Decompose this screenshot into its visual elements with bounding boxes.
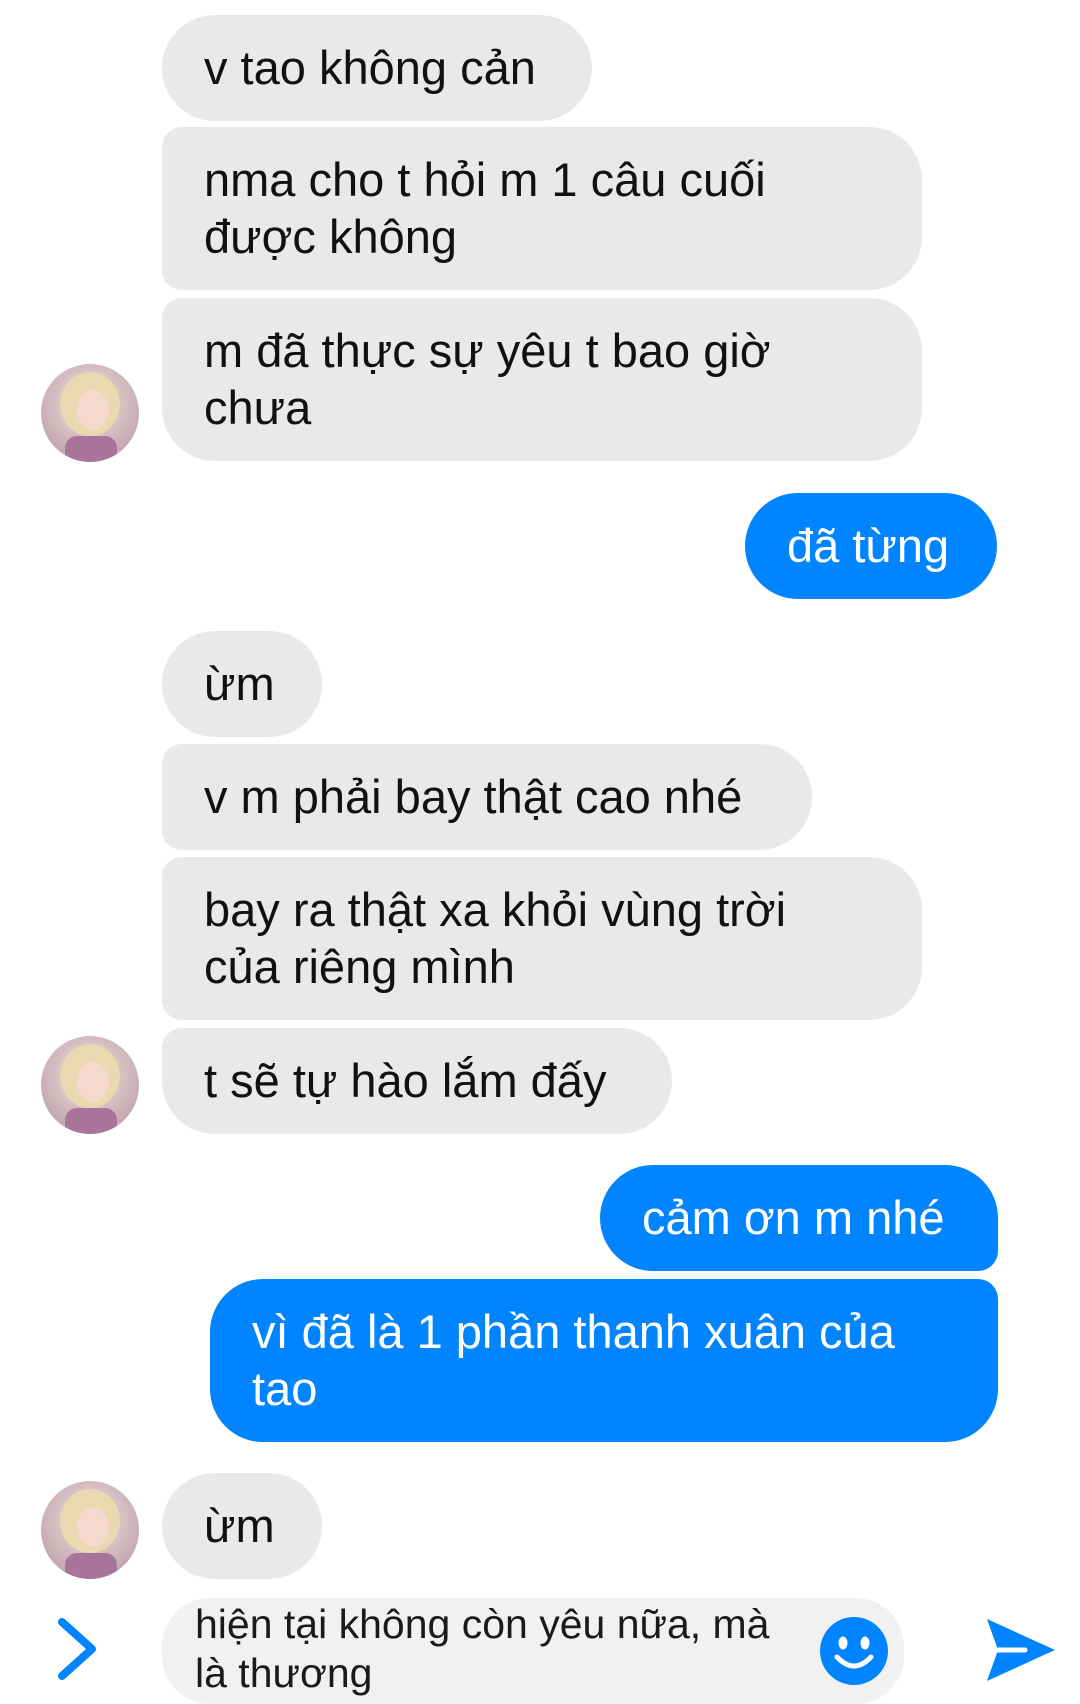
message-bubble-outgoing[interactable]: cảm ơn m nhé xyxy=(600,1165,998,1271)
message-bubble-incoming[interactable]: nma cho t hỏi m 1 câu cuối được không xyxy=(162,127,922,290)
smiley-icon[interactable] xyxy=(818,1615,890,1687)
contact-avatar[interactable] xyxy=(41,1036,139,1134)
message-bubble-incoming[interactable]: v tao không cản xyxy=(162,15,592,121)
message-bubble-incoming[interactable]: ừm xyxy=(162,631,322,737)
message-bubble-incoming[interactable]: t sẽ tự hào lắm đấy xyxy=(162,1028,672,1134)
contact-avatar[interactable] xyxy=(41,364,139,462)
message-bubble-outgoing[interactable]: vì đã là 1 phần thanh xuân của tao xyxy=(210,1279,998,1442)
message-bubble-incoming[interactable]: v m phải bay thật cao nhé xyxy=(162,744,812,850)
message-bubble-incoming[interactable]: m đã thực sự yêu t bao giờ chưa xyxy=(162,298,922,461)
message-bubble-incoming[interactable]: ừm xyxy=(162,1473,322,1579)
chevron-right-icon[interactable] xyxy=(52,1614,102,1684)
send-icon[interactable] xyxy=(985,1617,1057,1683)
message-bubble-outgoing[interactable]: đã từng xyxy=(745,493,997,599)
contact-avatar[interactable] xyxy=(41,1481,139,1579)
message-bubble-incoming[interactable]: bay ra thật xa khỏi vùng trời của riêng … xyxy=(162,857,922,1020)
message-input-text[interactable]: hiện tại không còn yêu nữa, mà là thương xyxy=(195,1600,795,1698)
